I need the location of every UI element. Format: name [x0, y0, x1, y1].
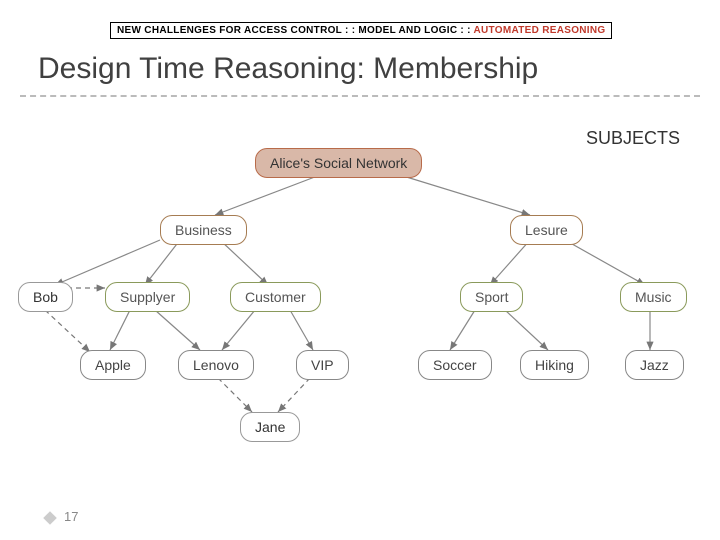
- node-soccer: Soccer: [418, 350, 492, 380]
- page-title: Design Time Reasoning: Membership: [38, 52, 538, 86]
- node-bob: Bob: [18, 282, 73, 312]
- breadcrumb-main: NEW CHALLENGES FOR ACCESS CONTROL : : MO…: [117, 25, 473, 36]
- node-business: Business: [160, 215, 247, 245]
- node-jazz: Jazz: [625, 350, 684, 380]
- node-leisure: Lesure: [510, 215, 583, 245]
- page-number: 17: [44, 509, 78, 524]
- title-divider: [20, 95, 700, 97]
- node-sport: Sport: [460, 282, 523, 312]
- node-lenovo: Lenovo: [178, 350, 254, 380]
- node-vip: VIP: [296, 350, 349, 380]
- breadcrumb: NEW CHALLENGES FOR ACCESS CONTROL : : MO…: [110, 22, 612, 39]
- node-hiking: Hiking: [520, 350, 589, 380]
- node-apple: Apple: [80, 350, 146, 380]
- node-supplier: Supplyer: [105, 282, 190, 312]
- subjects-label: SUBJECTS: [586, 128, 680, 149]
- page-number-value: 17: [64, 509, 78, 524]
- node-customer: Customer: [230, 282, 321, 312]
- breadcrumb-accent: AUTOMATED REASONING: [473, 25, 605, 36]
- node-root: Alice's Social Network: [255, 148, 422, 178]
- node-jane: Jane: [240, 412, 300, 442]
- node-music: Music: [620, 282, 687, 312]
